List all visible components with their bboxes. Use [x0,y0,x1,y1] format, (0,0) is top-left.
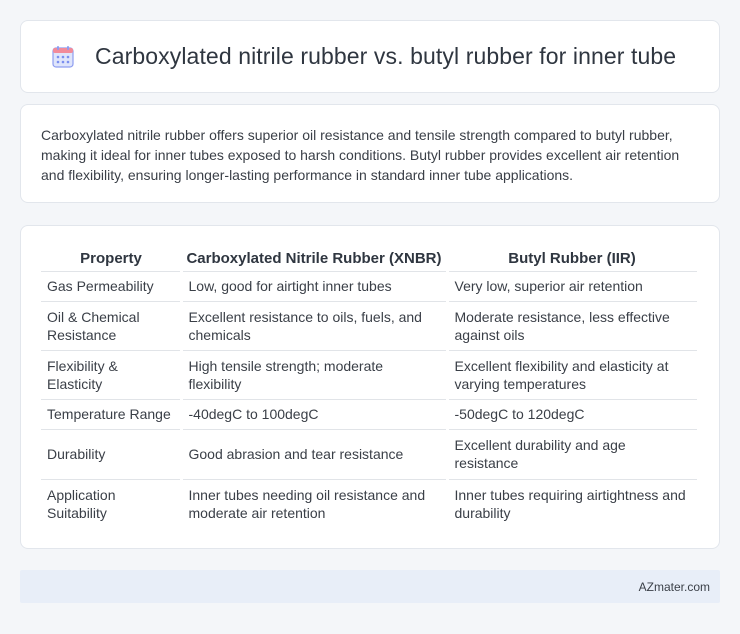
table-cell-iir: Very low, superior air retention [445,271,697,301]
table-cell-property: Gas Permeability [47,278,154,294]
table-cell-iir: Inner tubes requiring airtightness and d… [445,478,697,528]
table-cell-property: Application Suitability [41,478,181,528]
summary-card: Carboxylated nitrile rubber offers super… [20,104,720,203]
table-cell-property: Flexibility & Elasticity [41,349,181,399]
table-row: Durability Good abrasion and tear resist… [41,428,697,479]
comparison-table: Property Carboxylated Nitrile Rubber (XN… [41,244,697,528]
table-cell-iir: -50degC to 120degC [445,398,697,429]
table-header-row: Property Carboxylated Nitrile Rubber (XN… [41,244,697,272]
table-cell-xnbr: -40degC to 100degC [179,398,447,429]
summary-text: Carboxylated nitrile rubber offers super… [41,127,680,183]
table-cell-xnbr: Good abrasion and tear resistance [179,428,447,479]
header-iir: Butyl Rubber (IIR) [447,244,697,272]
table-cell-xnbr: High tensile strength; moderate flexibil… [179,349,447,399]
table-cell-xnbr: Excellent resistance to oils, fuels, and… [179,300,447,350]
footer: AZmater.com [20,570,720,603]
calendar-icon [51,45,75,69]
table-row: Gas Permeability Low, good for airtight … [41,271,697,301]
table-cell-xnbr: Low, good for airtight inner tubes [179,271,447,301]
footer-brand: AZmater.com [638,579,710,594]
header-xnbr: Carboxylated Nitrile Rubber (XNBR) [181,244,447,272]
table-cell-property: Oil & Chemical Resistance [41,300,181,350]
table-row: Oil & Chemical Resistance Excellent resi… [41,300,697,350]
table-cell-property: Temperature Range [41,398,181,429]
table-row: Application Suitability Inner tubes need… [41,478,697,528]
table-cell-xnbr: Inner tubes needing oil resistance and m… [179,478,447,528]
page-title: Carboxylated nitrile rubber vs. butyl ru… [95,43,677,69]
table-row: Flexibility & Elasticity High tensile st… [41,349,697,399]
table-cell-iir: Excellent flexibility and elasticity at … [445,349,697,399]
title-card: Carboxylated nitrile rubber vs. butyl ru… [20,20,720,93]
table-row: Temperature Range -40degC to 100degC -50… [41,398,697,429]
table-cell-iir: Excellent durability and age resistance [445,428,697,479]
table-cell-iir: Moderate resistance, less effective agai… [445,300,697,350]
comparison-table-card: Property Carboxylated Nitrile Rubber (XN… [20,225,720,549]
header-property: Property [41,244,181,272]
table-cell-property: Durability [41,428,181,479]
